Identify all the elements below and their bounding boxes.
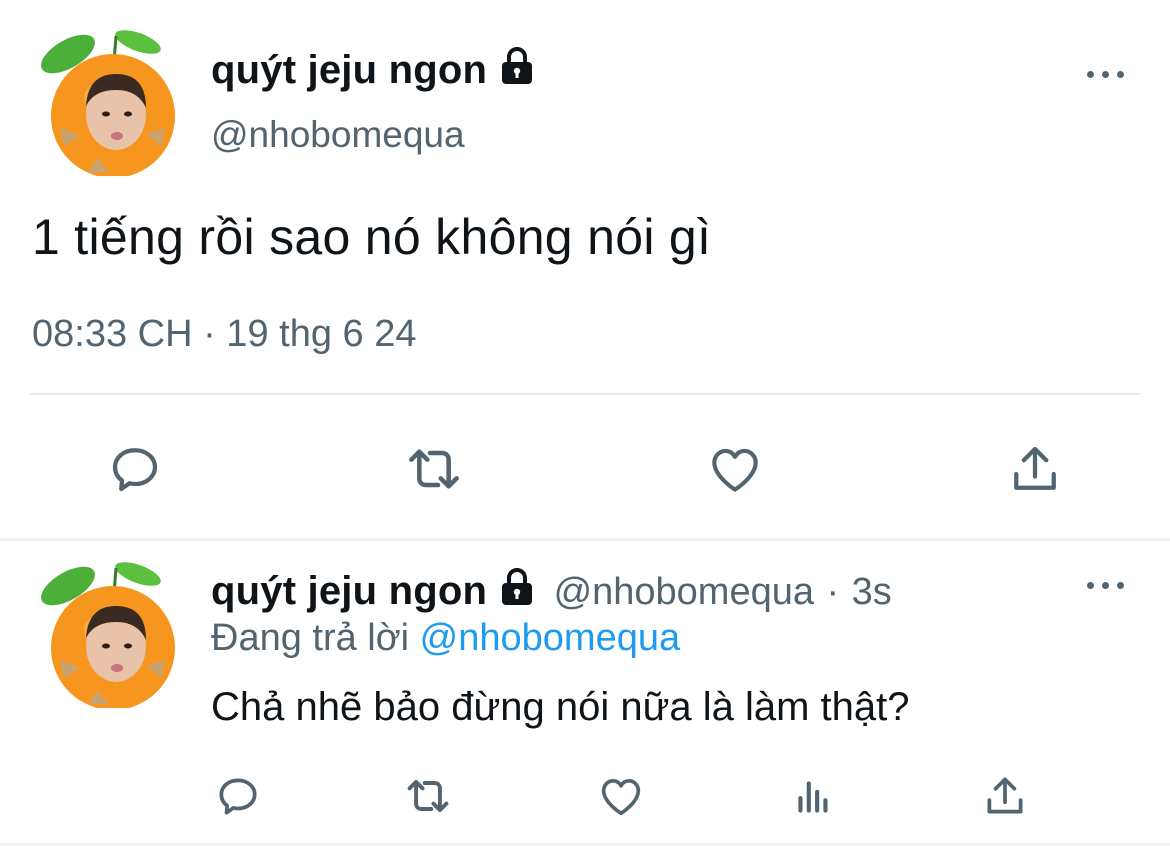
replying-to-label: Đang trả lời <box>211 617 410 659</box>
like-button[interactable] <box>700 434 770 504</box>
thread-divider <box>0 538 1170 541</box>
tweet-time-ago[interactable]: 3s <box>852 571 892 613</box>
lock-icon <box>502 568 533 605</box>
display-name[interactable]: quýt jeju ngon <box>211 569 487 613</box>
reply-icon <box>219 778 257 815</box>
reply-header: quýt jeju ngon @nhobomequa · 3s <box>211 567 892 614</box>
reply-button[interactable] <box>210 768 266 824</box>
share-icon <box>987 777 1023 814</box>
analytics-icon <box>798 781 828 813</box>
like-button[interactable] <box>593 768 649 824</box>
time-separator: · <box>826 571 840 613</box>
retweet-icon <box>407 779 449 813</box>
tweet-text: 1 tiếng rồi sao nó không nói gì <box>32 209 712 265</box>
reply-icon <box>112 448 158 492</box>
avatar[interactable] <box>28 26 178 176</box>
like-icon <box>601 778 641 816</box>
tweet-text: Chả nhẽ bảo đừng nói nữa là làm thật? <box>211 685 910 729</box>
retweet-icon <box>409 449 459 489</box>
reply-button[interactable] <box>100 434 170 504</box>
share-button[interactable] <box>977 768 1033 824</box>
like-icon <box>712 448 758 492</box>
replying-to: Đang trả lời @nhobomequa <box>211 617 680 660</box>
display-name[interactable]: quýt jeju ngon <box>211 46 537 93</box>
avatar[interactable] <box>28 558 178 708</box>
analytics-button[interactable] <box>786 768 842 824</box>
share-button[interactable] <box>1000 434 1070 504</box>
lock-icon <box>502 47 533 84</box>
retweet-button[interactable] <box>399 434 469 504</box>
share-icon <box>1014 446 1056 490</box>
user-handle[interactable]: @nhobomequa <box>554 571 814 613</box>
tweet-timestamp[interactable]: 08:33 CH · 19 thg 6 24 <box>32 313 416 356</box>
replying-to-handle-link[interactable]: @nhobomequa <box>420 617 680 659</box>
retweet-button[interactable] <box>400 768 456 824</box>
user-handle[interactable]: @nhobomequa <box>211 114 465 156</box>
more-options-button[interactable] <box>1087 68 1127 80</box>
divider <box>30 393 1140 395</box>
more-options-button[interactable] <box>1087 579 1127 591</box>
